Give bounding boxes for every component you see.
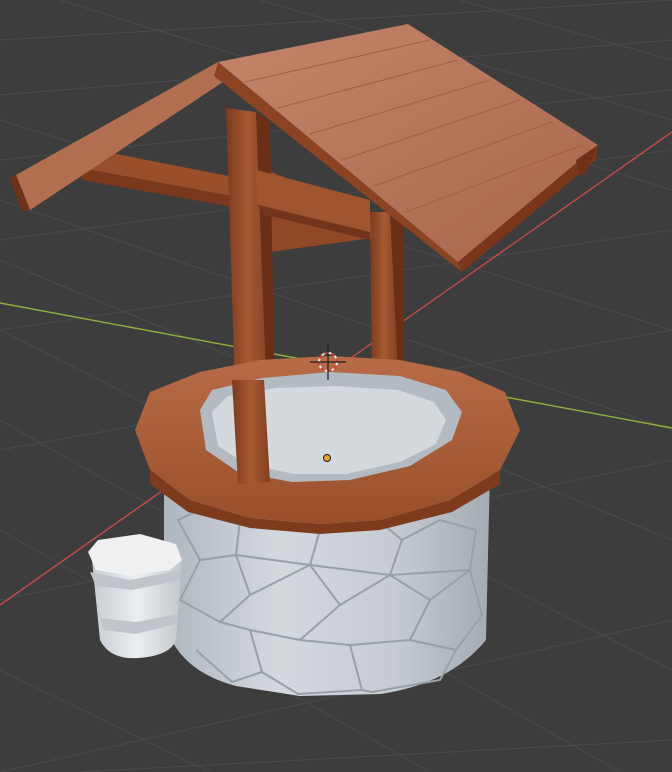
- viewport-canvas[interactable]: [0, 0, 672, 772]
- 3d-viewport[interactable]: [0, 0, 672, 772]
- object-origin-icon[interactable]: [323, 454, 331, 462]
- well-post-front-lower[interactable]: [232, 380, 270, 484]
- bucket[interactable]: [88, 534, 182, 659]
